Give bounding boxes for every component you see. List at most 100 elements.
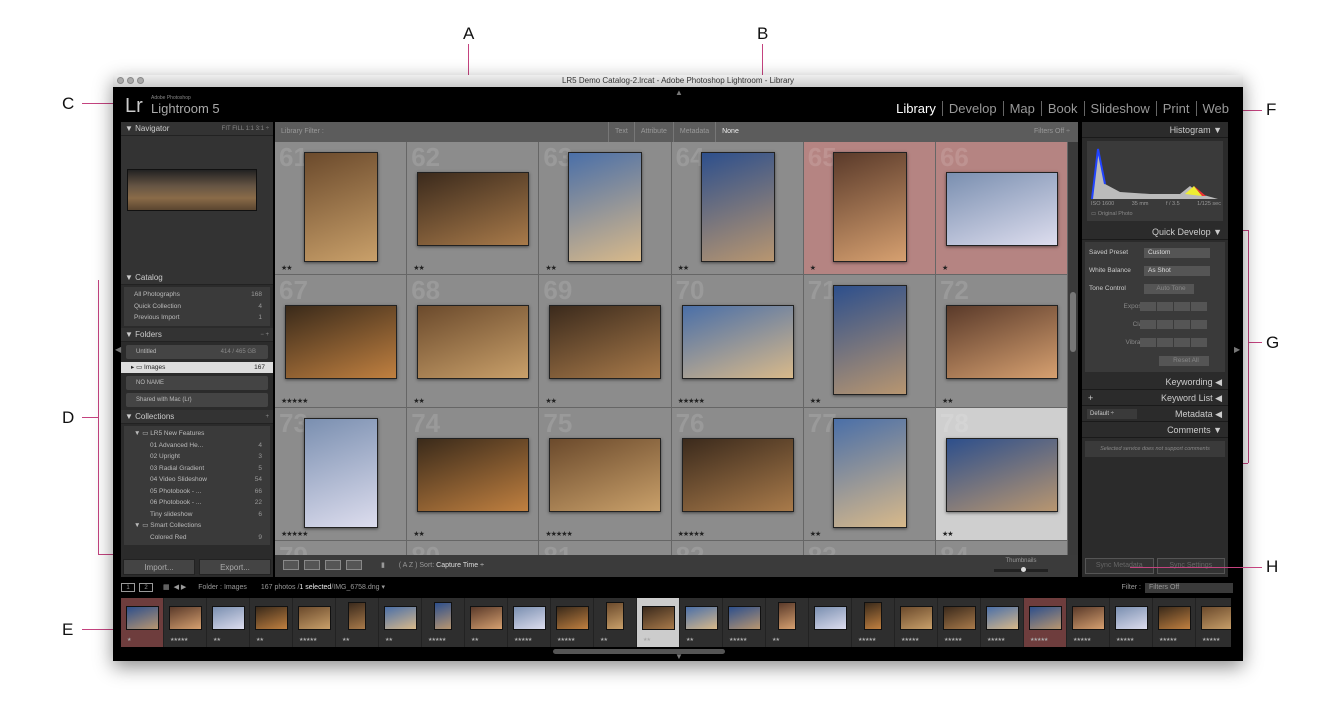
photo-thumbnail[interactable]	[945, 438, 1058, 512]
grid-cell[interactable]: 78 ★★	[935, 408, 1068, 541]
grid-cell[interactable]: 83	[803, 541, 936, 555]
navigator-preview[interactable]	[121, 136, 273, 271]
module-map[interactable]: Map	[1002, 101, 1041, 116]
star-rating[interactable]: ★	[942, 264, 948, 272]
filmstrip-thumbnail[interactable]: ★★★★★	[1110, 598, 1153, 647]
photo-thumbnail[interactable]	[832, 418, 907, 528]
top-panel-toggle-icon[interactable]: ▲	[675, 88, 683, 97]
collection-item[interactable]: 05 Photobook - ... 66	[124, 486, 270, 498]
star-rating[interactable]: ★★	[545, 397, 557, 405]
comments-header[interactable]: Comments ▼	[1082, 422, 1228, 438]
smart-collection-item[interactable]: Colored Red 9	[124, 532, 270, 544]
grid-cell[interactable]: 76 ★★★★★	[671, 408, 804, 541]
filmstrip-thumbnail[interactable]: ★★★★★	[293, 598, 336, 647]
grid-cell[interactable]: 79	[275, 541, 408, 555]
folders-header[interactable]: ▼ Folders − +	[121, 327, 273, 342]
star-rating[interactable]: ★★	[942, 530, 954, 538]
grid-scrollbar[interactable]	[1068, 142, 1078, 555]
star-rating[interactable]: ★★★★★	[281, 397, 308, 405]
grid-cell[interactable]: 71 ★★	[803, 275, 936, 408]
module-book[interactable]: Book	[1040, 101, 1084, 116]
histogram-header[interactable]: Histogram ▼	[1082, 122, 1228, 138]
filmstrip-thumbnail[interactable]: ★★★★★	[422, 598, 465, 647]
photo-thumbnail[interactable]	[945, 172, 1058, 246]
collection-item[interactable]: 01 Advanced He... 4	[124, 440, 270, 452]
filmstrip-thumbnail[interactable]: ★★	[465, 598, 508, 647]
star-rating[interactable]: ★★★★★	[678, 397, 705, 405]
catalog-item[interactable]: Quick Collection 4	[124, 301, 270, 313]
filmstrip-thumbnail[interactable]: ★★★★★	[164, 598, 207, 647]
star-rating[interactable]: ★★	[810, 530, 822, 538]
grid-cell[interactable]: 75 ★★★★★	[539, 408, 672, 541]
photo-thumbnail[interactable]	[417, 438, 530, 512]
volume-no-name[interactable]: NO NAME	[126, 376, 268, 390]
metadata-header[interactable]: Default ÷ Metadata ◀	[1082, 406, 1228, 422]
filmstrip-thumbnail[interactable]: ★★★★★	[723, 598, 766, 647]
volume-untitled[interactable]: Untitled 414 / 465 GB	[126, 344, 268, 359]
filmstrip-thumbnail[interactable]	[809, 598, 852, 647]
filmstrip-thumbnail[interactable]: ★★	[379, 598, 422, 647]
module-slideshow[interactable]: Slideshow	[1083, 101, 1156, 116]
grid-cell[interactable]: 69 ★★	[539, 275, 672, 408]
survey-view-button[interactable]	[346, 560, 362, 571]
filmstrip-thumbnail[interactable]: ★★★★★	[895, 598, 938, 647]
exposure-buttons[interactable]	[1140, 302, 1207, 311]
quick-develop-header[interactable]: Quick Develop ▼	[1082, 224, 1228, 240]
smart-collection-set[interactable]: ▼ ▭ Smart Collections	[124, 520, 270, 532]
module-library[interactable]: Library	[890, 101, 942, 116]
photo-thumbnail[interactable]	[304, 152, 378, 262]
star-rating[interactable]: ★★	[545, 264, 557, 272]
collection-item[interactable]: 02 Upright 3	[124, 451, 270, 463]
star-rating[interactable]: ★★★★★	[678, 530, 705, 538]
photo-thumbnail[interactable]	[285, 305, 397, 379]
star-rating[interactable]: ★	[810, 264, 816, 272]
right-panel-toggle-icon[interactable]: ▶	[1234, 345, 1240, 354]
photo-thumbnail[interactable]	[549, 305, 662, 379]
grid-cell[interactable]: 63 ★★	[539, 142, 672, 275]
photo-thumbnail[interactable]	[681, 305, 794, 379]
filmstrip-thumbnail[interactable]: ★★★★★	[1067, 598, 1110, 647]
volume-shared[interactable]: Shared with Mac (Lr)	[126, 393, 268, 407]
star-rating[interactable]: ★★	[942, 397, 954, 405]
photo-thumbnail[interactable]	[568, 152, 643, 262]
star-rating[interactable]: ★★	[413, 397, 425, 405]
filter-tab-none[interactable]: None	[715, 122, 745, 142]
catalog-header[interactable]: ▼ Catalog	[121, 271, 273, 285]
sort-dropdown[interactable]: Capture Time ÷	[436, 562, 484, 569]
grid-cell[interactable]: 68 ★★	[407, 275, 540, 408]
grid-cell[interactable]: 70 ★★★★★	[671, 275, 804, 408]
vibrance-buttons[interactable]	[1140, 338, 1207, 347]
module-web[interactable]: Web	[1195, 101, 1236, 116]
zoom-button[interactable]	[137, 77, 144, 84]
filters-off-dropdown[interactable]: Filters Off ÷	[1034, 122, 1070, 142]
filmstrip-thumbnail[interactable]: ★★★★★	[508, 598, 551, 647]
star-rating[interactable]: ★★	[678, 264, 690, 272]
filmstrip-thumbnail[interactable]: ★★	[637, 598, 680, 647]
back-arrow-icon[interactable]: ◀	[174, 584, 179, 591]
filmstrip-thumbnail[interactable]: ★★★★★	[1196, 598, 1231, 647]
grid-cell[interactable]: 77 ★★	[803, 408, 936, 541]
photo-thumbnail[interactable]	[417, 172, 530, 246]
bottom-panel-toggle-icon[interactable]: ▼	[675, 652, 683, 661]
star-rating[interactable]: ★★	[413, 264, 425, 272]
photo-thumbnail[interactable]	[945, 305, 1058, 379]
grid-cell[interactable]: 74 ★★	[407, 408, 540, 541]
folder-images[interactable]: ▸ ▭ Images 167	[121, 361, 273, 373]
filmstrip-thumbnail[interactable]: ★★★★★	[938, 598, 981, 647]
import-button[interactable]: Import...	[123, 559, 195, 575]
star-rating[interactable]: ★★★★★	[545, 530, 572, 538]
filmstrip-thumbnail[interactable]: ★★	[336, 598, 379, 647]
module-develop[interactable]: Develop	[941, 101, 1003, 116]
grid-cell[interactable]: 72 ★★	[935, 275, 1068, 408]
grid-cell[interactable]: 61 ★★	[275, 142, 408, 275]
photo-thumbnail[interactable]	[417, 305, 530, 379]
photo-thumbnail[interactable]	[832, 285, 907, 395]
filmstrip-thumbnail[interactable]: ★★	[207, 598, 250, 647]
minimize-button[interactable]	[127, 77, 134, 84]
metadata-preset-dropdown[interactable]: Default ÷	[1087, 409, 1137, 419]
grid-cell[interactable]: 65 ★	[803, 142, 936, 275]
collection-item[interactable]: 03 Radial Gradient 5	[124, 463, 270, 475]
keywording-header[interactable]: Keywording ◀	[1082, 374, 1228, 390]
filmstrip-thumbnail[interactable]: ★★★★★	[1024, 598, 1067, 647]
collection-set[interactable]: ▼ ▭ LR5 New Features	[124, 428, 270, 440]
